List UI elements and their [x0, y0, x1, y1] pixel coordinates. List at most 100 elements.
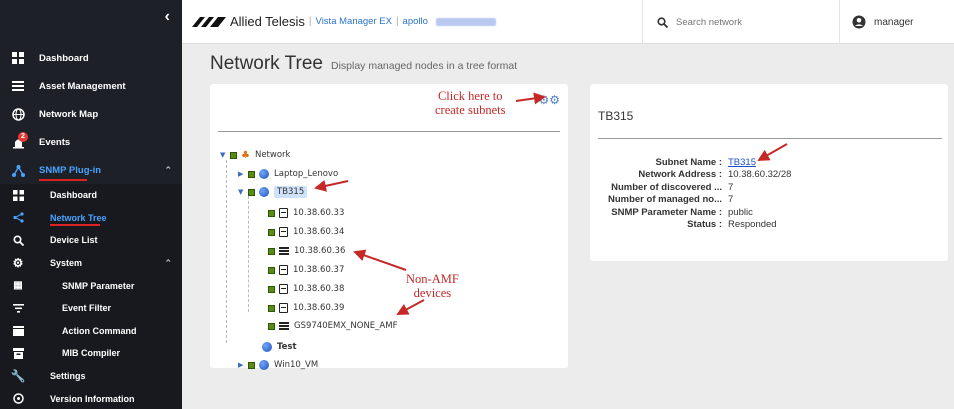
tree-node-label: TB315: [274, 186, 308, 198]
brand-logo[interactable]: Allied Telesis | Vista Manager EX | apol…: [192, 14, 496, 29]
switch-icon: [279, 321, 289, 331]
tree-node-label: 10.38.60.34: [293, 227, 345, 237]
tree-node-label: 10.38.60.36: [294, 246, 346, 256]
clapper-icon: [11, 324, 25, 338]
detail-value: Responded: [728, 219, 777, 231]
list-icon: [11, 79, 25, 93]
user-menu[interactable]: manager: [852, 0, 913, 44]
brand-name: Allied Telesis: [230, 14, 305, 29]
network-icon: ♣: [241, 149, 250, 161]
divider: [218, 131, 560, 132]
tree-node-label: 10.38.60.39: [293, 303, 345, 313]
tree-node-device[interactable]: 10.38.60.37: [268, 263, 344, 277]
tree-node-device[interactable]: 10.38.60.34: [268, 225, 344, 239]
search-box[interactable]: [642, 0, 840, 44]
sidebar-item-snmp-dashboard[interactable]: Dashboard: [0, 184, 182, 207]
sidebar-item-snmp-plugin[interactable]: SNMP Plug-in ⌃: [0, 156, 182, 184]
tree-node-win10-vm[interactable]: ▶ Win10_VM: [238, 358, 318, 372]
sidebar-item-label: Device List: [50, 235, 98, 246]
status-icon: [248, 170, 255, 178]
sidebar-item-system[interactable]: ⚙ System ⌃: [0, 251, 182, 275]
status-icon: [230, 151, 237, 159]
server-icon: [279, 208, 288, 218]
sidebar-item-dashboard[interactable]: Dashboard: [0, 44, 182, 72]
sidebar-item-device-list[interactable]: Device List: [0, 229, 182, 252]
detail-row-subnet-name: Subnet Name : TB315: [598, 156, 791, 169]
sidebar-item-label: Dashboard: [50, 190, 98, 201]
chevron-up-icon[interactable]: ⌃: [164, 258, 172, 269]
redacted-ip: [435, 17, 496, 26]
gear-icon: ⚙: [12, 256, 24, 271]
sidebar-item-mib-compiler[interactable]: MIB Compiler: [0, 342, 182, 365]
grid-icon: ▦: [13, 280, 23, 292]
tree-node-device[interactable]: 10.38.60.39: [268, 301, 344, 315]
chevron-up-icon[interactable]: ⌃: [164, 165, 172, 176]
status-icon: [268, 266, 275, 274]
tree-node-test[interactable]: Test: [262, 340, 297, 354]
sidebar-item-network-map[interactable]: Network Map: [0, 100, 182, 128]
server-icon: [279, 227, 288, 237]
globe-icon: [11, 107, 25, 121]
detail-key: Number of discovered ...: [611, 181, 722, 193]
page-title: Network Tree: [210, 53, 323, 74]
tree-node-network[interactable]: ▼ ♣ Network: [220, 148, 290, 162]
expand-toggle-icon[interactable]: ▼: [238, 188, 248, 196]
sidebar-item-label: Event Filter: [62, 303, 112, 314]
divider: [598, 138, 942, 139]
filter-icon: [11, 301, 25, 315]
page-subtitle: Display managed nodes in a tree format: [330, 60, 518, 72]
tree-node-device[interactable]: GS9740EMX_NONE_AMF: [268, 319, 397, 333]
subnet-name-link[interactable]: TB315: [728, 157, 756, 168]
detail-value: 7: [728, 181, 734, 193]
tree-node-label: GS9740EMX_NONE_AMF: [294, 321, 398, 331]
detail-value: public: [728, 206, 753, 218]
user-name: manager: [874, 16, 914, 28]
sidebar-item-network-tree[interactable]: Network Tree: [0, 206, 182, 230]
status-icon: [268, 285, 275, 293]
sidebar-item-version-information[interactable]: Version Information: [0, 387, 182, 409]
detail-row-status: Status : Responded: [598, 219, 791, 232]
app: ‹ Dashboard Asset Management Network Map…: [0, 0, 954, 409]
annotation-underline: [39, 179, 87, 181]
tree-node-device[interactable]: 10.38.60.36: [268, 244, 345, 258]
sidebar-item-action-command[interactable]: Action Command: [0, 319, 182, 343]
status-icon: [268, 322, 275, 330]
detail-value: 10.38.60.32/28: [728, 169, 792, 181]
sidebar-item-label: Events: [39, 136, 71, 148]
sidebar-item-label: SNMP Parameter: [62, 280, 135, 291]
create-subnet-gear-icon[interactable]: ⚙​⚙: [538, 93, 560, 107]
tree-connector: [226, 160, 227, 343]
tree-node-label: Test: [277, 342, 297, 352]
details-panel: TB315 Subnet Name : TB315 Network Addres…: [590, 84, 948, 261]
sidebar-item-event-filter[interactable]: Event Filter: [0, 296, 182, 320]
sidebar-item-label: Action Command: [62, 325, 137, 336]
detail-key: SNMP Parameter Name :: [611, 206, 722, 218]
tree-node-device[interactable]: 10.38.60.38: [268, 282, 344, 296]
expand-toggle-icon[interactable]: ▶: [238, 170, 248, 178]
search-input[interactable]: [676, 16, 826, 28]
status-icon: [248, 361, 255, 369]
chevron-left-icon[interactable]: ‹: [165, 8, 170, 26]
annotation-text: create subnets: [435, 103, 506, 117]
dashboard-icon: [11, 51, 25, 65]
expand-toggle-icon[interactable]: ▶: [238, 361, 248, 369]
product-name: Vista Manager EX: [315, 16, 392, 27]
sidebar-item-label: Network Tree: [50, 212, 107, 223]
tree-panel: Click here to create subnets ⚙​⚙ ▼ ♣ Net…: [210, 84, 568, 370]
sidebar-item-settings[interactable]: 🔧 Settings: [0, 364, 182, 388]
sidebar-item-events[interactable]: 2 Events: [0, 128, 182, 156]
tree-node-device[interactable]: 10.38.60.33: [268, 206, 344, 220]
snmp-icon: [11, 163, 25, 177]
dashboard-icon: [11, 188, 25, 202]
tree-node-tb315[interactable]: ▼ TB315: [238, 185, 308, 199]
sidebar: ‹ Dashboard Asset Management Network Map…: [0, 0, 182, 409]
sidebar-item-snmp-parameter[interactable]: ▦ SNMP Parameter: [0, 274, 182, 297]
expand-toggle-icon[interactable]: ▼: [220, 151, 230, 159]
sidebar-item-label: Network Map: [39, 108, 99, 120]
annotation-non-amf: Non-AMF devices: [406, 272, 459, 300]
sidebar-item-asset-management[interactable]: Asset Management: [0, 72, 182, 100]
detail-row-snmp-parameter: SNMP Parameter Name : public: [598, 206, 791, 219]
server-icon: [279, 284, 288, 294]
sidebar-item-label: System: [50, 258, 83, 269]
tree-node-laptop-lenovo[interactable]: ▶ Laptop_Lenovo: [238, 167, 338, 181]
